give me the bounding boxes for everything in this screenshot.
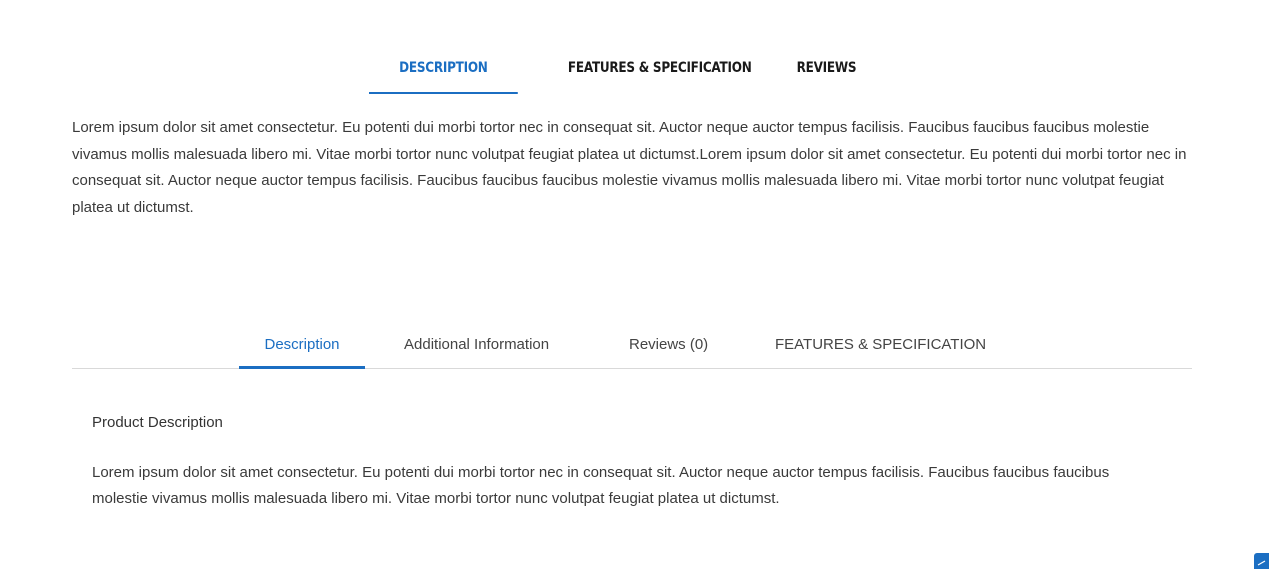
tab-features-specification-secondary[interactable]: FEATURES & SPECIFICATION: [775, 330, 1015, 367]
tab-features-specification-wrapper: FEATURES & SPECIFICATION: [518, 45, 752, 94]
tab-description-wrapper: DESCRIPTION: [369, 45, 518, 94]
resize-handle-glyph: [1257, 560, 1266, 566]
tab-features-specification[interactable]: FEATURES & SPECIFICATION: [518, 45, 752, 94]
tab-description-secondary[interactable]: Description: [239, 330, 365, 369]
tab-reviews[interactable]: REVIEWS: [745, 45, 857, 94]
tab-reviews-wrapper: REVIEWS: [745, 45, 857, 94]
product-description-text: Lorem ipsum dolor sit amet consectetur. …: [92, 464, 1110, 507]
tab-additional-information[interactable]: Additional Information: [404, 330, 570, 367]
tab-reviews-count[interactable]: Reviews (0): [629, 330, 729, 367]
top-description-text: Lorem ipsum dolor sit amet consectetur. …: [72, 119, 1187, 217]
product-description-heading: Product Description: [92, 414, 223, 431]
top-tab-bar: DESCRIPTION FEATURES & SPECIFICATION REV…: [369, 45, 857, 94]
resize-handle-icon[interactable]: [1254, 553, 1269, 569]
product-tabs-page: DESCRIPTION FEATURES & SPECIFICATION REV…: [0, 0, 1269, 569]
bottom-tab-bar: Description Additional Information Revie…: [72, 330, 1192, 369]
tab-description[interactable]: DESCRIPTION: [369, 45, 518, 94]
